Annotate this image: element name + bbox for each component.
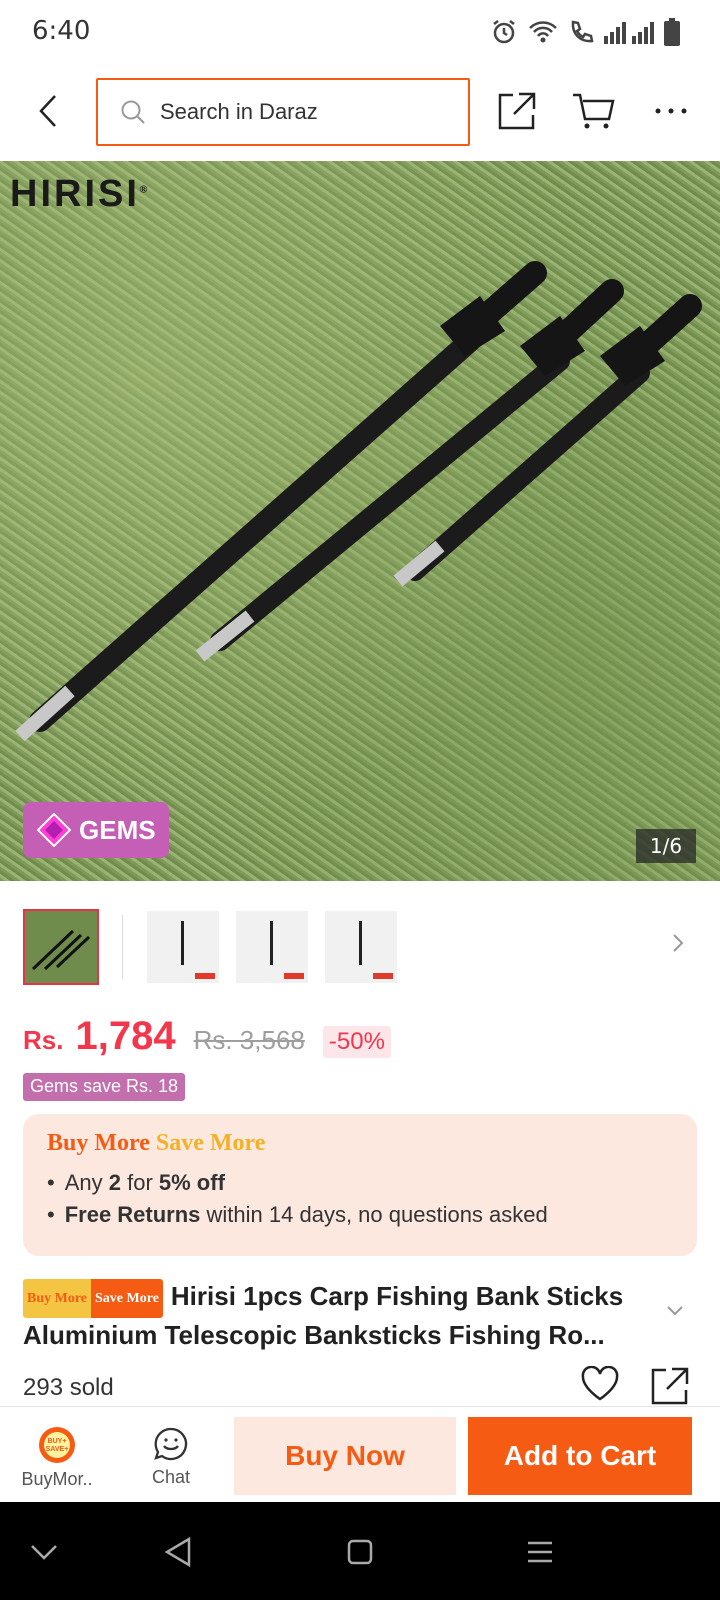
svg-text:BUY+: BUY+ [48, 1438, 67, 1445]
thumbnail-1[interactable] [23, 909, 99, 985]
back-icon [39, 95, 56, 127]
system-nav-bar [0, 1502, 720, 1600]
heart-icon [581, 1365, 619, 1401]
share-button[interactable] [494, 88, 540, 134]
bank-sticks-photo [15, 261, 702, 742]
thumbnail-divider [122, 915, 123, 979]
image-counter: 1/6 [636, 829, 696, 863]
share-icon [498, 92, 536, 130]
buy-more-icon: BUY+SAVE+ [39, 1427, 75, 1463]
thumbnail-3[interactable] [236, 911, 308, 983]
sold-count: 293 sold [23, 1374, 114, 1401]
search-input[interactable]: Search in Daraz [96, 78, 470, 146]
status-icons [490, 18, 680, 46]
cart-button[interactable] [570, 88, 616, 134]
promo-title: Buy More Save More [47, 1130, 673, 1157]
search-icon [120, 99, 146, 125]
share-icon [651, 1367, 689, 1405]
promo-title-buy-more: Buy More [47, 1130, 150, 1156]
menu-lines-icon [528, 1541, 552, 1563]
nav-collapse-button[interactable] [24, 1536, 64, 1568]
chevron-down-icon [31, 1545, 57, 1560]
promo-item-returns: Free Returns within 14 days, no question… [47, 1199, 673, 1231]
discount-badge: -50% [322, 1026, 391, 1058]
top-nav: Search in Daraz [0, 66, 720, 158]
nav-back-button[interactable] [158, 1536, 198, 1568]
thumbnail-2[interactable] [147, 911, 219, 983]
status-time: 6:40 [32, 16, 91, 46]
nav-recents-button[interactable] [520, 1536, 560, 1568]
triangle-back-icon [165, 1537, 191, 1567]
chat-button[interactable]: Chat [126, 1425, 216, 1495]
promo-card[interactable]: Buy More Save More Any 2 for 5% off Free… [23, 1114, 697, 1256]
gems-chip-label: GEMS [79, 814, 156, 845]
square-home-icon [347, 1539, 373, 1565]
buy-more-label: BuyMor.. [21, 1469, 93, 1489]
svg-text:SAVE+: SAVE+ [46, 1446, 69, 1453]
wifi-icon [529, 21, 557, 43]
chat-label: Chat [151, 1467, 191, 1487]
promo-list: Any 2 for 5% off Free Returns within 14 … [47, 1167, 673, 1231]
promo-item-bundle: Any 2 for 5% off [47, 1167, 673, 1199]
wishlist-button[interactable] [580, 1365, 620, 1406]
search-placeholder: Search in Daraz [160, 99, 318, 124]
more-button[interactable] [648, 88, 694, 134]
gems-chip[interactable]: GEMS [23, 802, 169, 858]
gems-save-badge: Gems save Rs. 18 [23, 1073, 186, 1101]
product-image[interactable]: HIRISI® GEMS 1/6 [0, 161, 720, 881]
signal-icon [604, 22, 654, 44]
nav-home-button[interactable] [340, 1536, 380, 1568]
battery-icon [664, 18, 680, 46]
buy-now-button[interactable]: Buy Now [234, 1417, 456, 1495]
bottom-action-bar: BUY+ SAVE+ BuyMor.. Chat Buy Now Add to C… [0, 1406, 720, 1502]
cart-icon [573, 93, 615, 129]
back-button[interactable] [28, 86, 68, 136]
price-current: 1,784 [75, 1014, 176, 1058]
more-icon [655, 108, 687, 114]
alarm-icon [493, 20, 515, 44]
chevron-right-icon[interactable] [672, 933, 684, 957]
call-icon [571, 20, 594, 43]
chevron-down-icon[interactable] [666, 1302, 684, 1321]
price-row: Rs. 1,784 Rs. 3,568 -50% [23, 1014, 391, 1059]
status-bar: 6:40 [0, 0, 720, 66]
thumbnail-4[interactable] [325, 911, 397, 983]
buy-more-save-more-badge: Buy More Save More [23, 1279, 163, 1318]
buy-more-button[interactable]: BUY+ SAVE+ BuyMor.. [12, 1425, 102, 1495]
chat-icon [154, 1427, 188, 1461]
gem-icon [37, 813, 71, 847]
promo-title-save-more: Save More [155, 1130, 266, 1156]
thumbnail-1-image [31, 929, 91, 971]
price-currency: Rs. [23, 1025, 64, 1055]
share-product-button[interactable] [650, 1366, 690, 1410]
product-title: Buy More Save More Hirisi 1pcs Carp Fishin… [23, 1279, 663, 1353]
thumbnail-strip [0, 909, 720, 985]
price-original: Rs. 3,568 [193, 1025, 305, 1055]
add-to-cart-button[interactable]: Add to Cart [468, 1417, 692, 1495]
